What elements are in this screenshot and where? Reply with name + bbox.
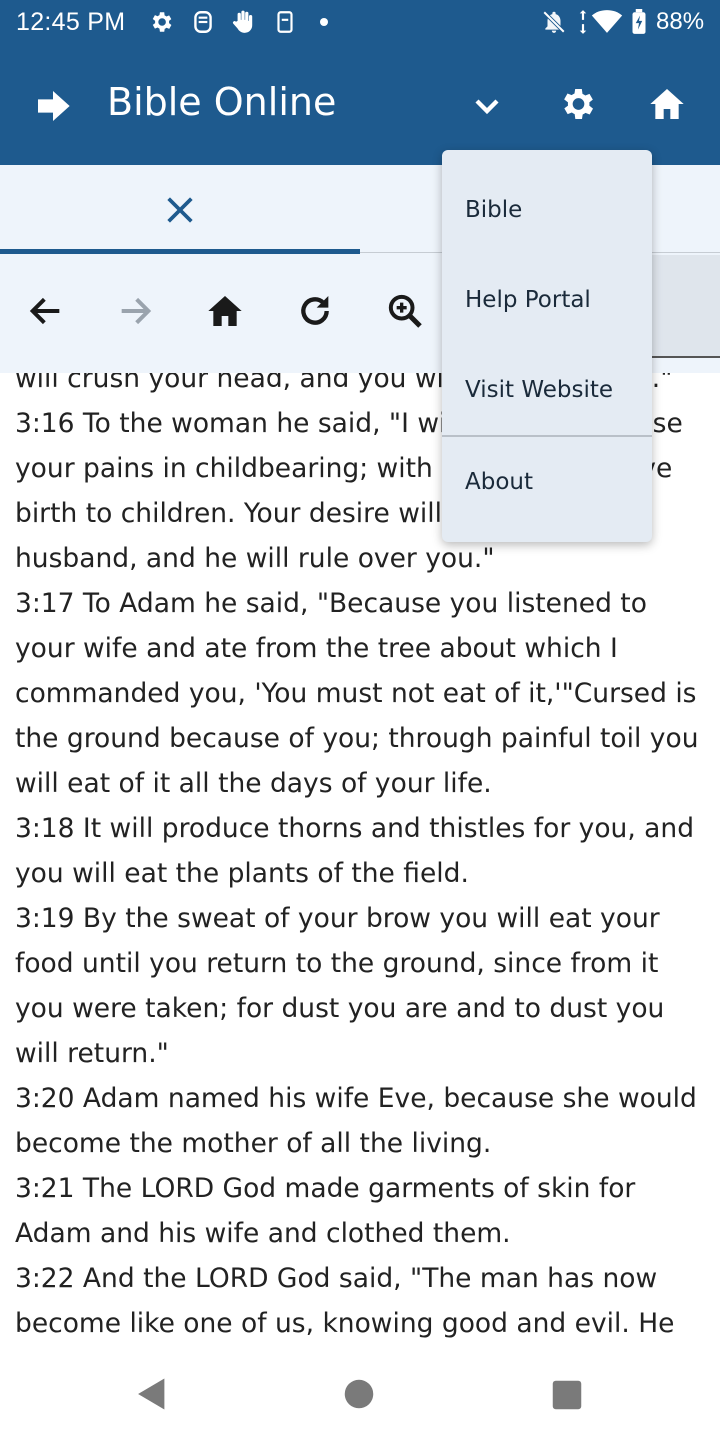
home-icon[interactable] [647,84,687,124]
back-arrow-icon[interactable] [26,291,66,331]
home-icon[interactable] [205,291,245,331]
chevron-down-icon[interactable] [467,86,507,126]
verse-text: 3:18 It will produce thorns and thistles… [15,813,695,889]
settings-icon [152,12,172,32]
active-tab-indicator [0,249,360,254]
notification-dot [320,18,328,26]
mute-icon [542,10,566,34]
refresh-icon[interactable] [295,291,335,331]
app-title: Bible Online [107,80,337,124]
overflow-menu: Bible Help Portal Visit Website About [442,150,652,542]
status-bar: 12:45 PM 88% [0,0,720,46]
hand-icon [232,10,253,33]
forward-arrow-icon[interactable] [115,291,155,331]
verse-text: 3:22 And the LORD God said, "The man has… [15,1263,675,1339]
menu-item-bible[interactable]: Bible [442,165,652,255]
verse-text: 3:20 Adam named his wife Eve, because sh… [15,1083,697,1159]
gear-icon[interactable] [557,84,597,124]
back-triangle-icon[interactable] [136,1377,168,1411]
battery-icon [632,9,646,34]
verse-text: 3:19 By the sweat of your brow you will … [15,903,665,1069]
app-bar: Bible Online [0,46,720,165]
phone-icon [277,11,293,33]
verse-text: 3:21 The LORD God made garments of skin … [15,1173,636,1249]
toolbar-side-panel [640,255,720,358]
status-time: 12:45 PM [16,8,126,36]
system-nav-bar [0,1340,720,1440]
menu-item-about[interactable]: About [442,437,652,527]
menu-item-visit-website[interactable]: Visit Website [442,345,652,435]
home-circle-icon[interactable] [344,1379,374,1409]
zoom-in-icon[interactable] [385,291,425,331]
wifi-icon [591,10,623,33]
battery-percent: 88% [656,8,705,35]
forward-arrow-icon[interactable] [33,86,73,126]
recents-square-icon[interactable] [552,1380,582,1410]
close-icon[interactable] [163,193,197,227]
sim-icon [194,11,212,33]
menu-item-help-portal[interactable]: Help Portal [442,255,652,345]
verse-text: 3:17 To Adam he said, "Because you liste… [15,588,699,799]
